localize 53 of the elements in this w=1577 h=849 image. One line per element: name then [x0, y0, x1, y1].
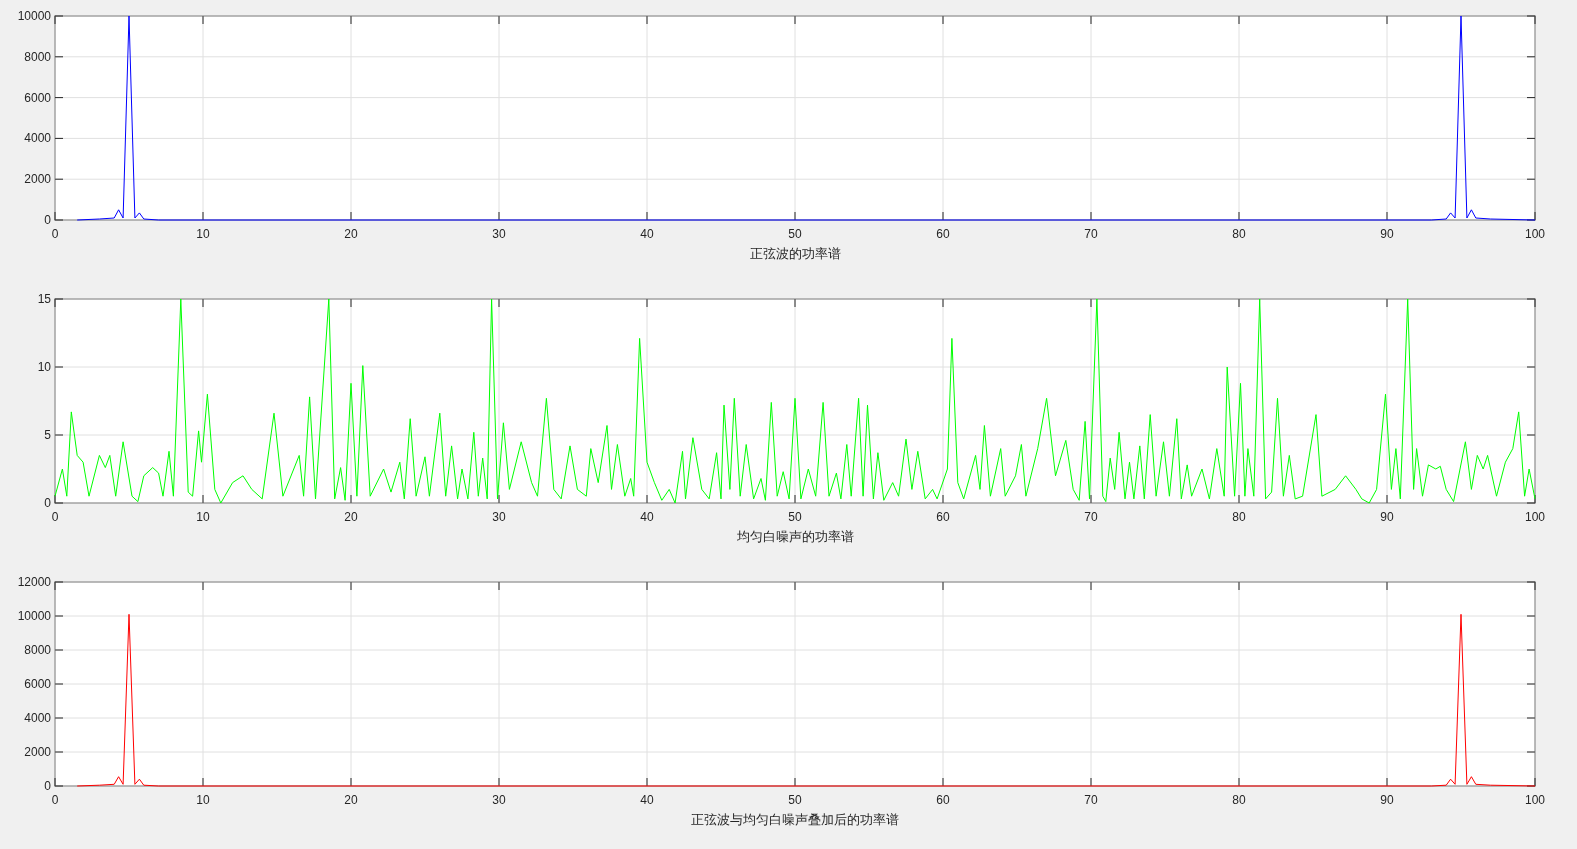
axis-label: 均匀白噪声的功率谱: [736, 529, 854, 544]
axis-tick-label: 50: [788, 510, 802, 524]
axis-tick-label: 20: [344, 510, 358, 524]
axis-tick-label: 6000: [24, 677, 51, 691]
axis-tick-label: 15: [37, 292, 51, 306]
axis-tick-label: 40: [640, 510, 654, 524]
axis-tick-label: 0: [44, 779, 51, 793]
axis-tick-label: 50: [788, 793, 802, 807]
axis-tick-label: 0: [51, 510, 59, 524]
axis-tick-label: 20: [344, 793, 358, 807]
axis-tick-label: 8000: [24, 49, 51, 64]
axis-tick-label: 6000: [24, 90, 51, 105]
axis-tick-label: 90: [1380, 510, 1394, 524]
axis-tick-label: 90: [1380, 227, 1394, 241]
axis-tick-label: 10000: [17, 609, 51, 623]
axis-tick-label: 100: [1525, 793, 1545, 807]
axis-tick-label: 60: [936, 510, 950, 524]
axis-tick-label: 100: [1525, 227, 1545, 241]
axis-tick-label: 10: [196, 510, 210, 524]
axis-tick-label: 0: [51, 793, 59, 807]
axis-tick-label: 20: [344, 227, 358, 241]
axis-tick-label: 80: [1232, 793, 1246, 807]
axis-tick-label: 60: [936, 227, 950, 241]
axis-tick-label: 100: [1525, 510, 1545, 524]
axis-tick-label: 10000: [17, 9, 51, 23]
axis-tick-label: 70: [1084, 227, 1098, 241]
axis-tick-label: 50: [788, 227, 802, 241]
axis-tick-label: 80: [1232, 227, 1246, 241]
axis-tick-label: 10: [196, 227, 210, 241]
axis-tick-label: 70: [1084, 793, 1098, 807]
axis-tick-label: 90: [1380, 793, 1394, 807]
axis-tick-label: 12000: [17, 575, 51, 589]
axis-tick-label: 30: [492, 510, 506, 524]
axis-label: 正弦波与均匀白噪声叠加后的功率谱: [691, 812, 899, 827]
axis-tick-label: 8000: [24, 643, 51, 657]
axis-tick-label: 30: [492, 793, 506, 807]
axis-tick-label: 10: [196, 793, 210, 807]
axis-tick-label: 4000: [24, 711, 51, 725]
axis-tick-label: 70: [1084, 510, 1098, 524]
axis-tick-label: 10: [37, 360, 51, 374]
axis-tick-label: 40: [640, 793, 654, 807]
axis-tick-label: 30: [492, 227, 506, 241]
axis-tick-label: 0: [44, 496, 51, 510]
axis-tick-label: 80: [1232, 510, 1246, 524]
axis-tick-label: 0: [51, 227, 59, 241]
axis-tick-label: 0: [44, 213, 51, 227]
axis-tick-label: 4000: [24, 131, 51, 146]
axis-label: 正弦波的功率谱: [749, 246, 841, 261]
axis-tick-label: 60: [936, 793, 950, 807]
axis-tick-label: 40: [640, 227, 654, 241]
axis-tick-label: 5: [44, 428, 51, 442]
axis-tick-label: 2000: [24, 745, 51, 759]
axis-tick-label: 2000: [24, 172, 51, 187]
